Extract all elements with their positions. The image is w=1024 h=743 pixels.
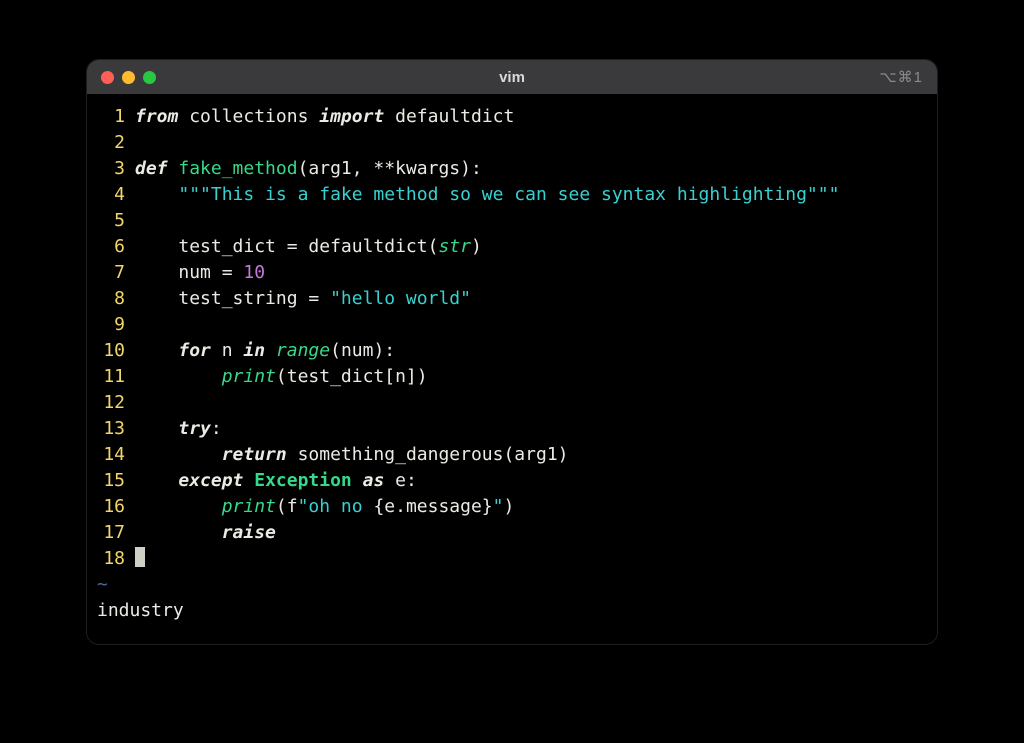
code-line: 14 return something_dangerous(arg1) [87, 442, 937, 468]
code-content: try: [135, 416, 937, 442]
code-content [135, 312, 937, 338]
code-line: 2 [87, 130, 937, 156]
code-line: 5 [87, 208, 937, 234]
window-title: vim [87, 69, 937, 86]
line-number: 9 [87, 312, 135, 338]
cursor-icon [135, 547, 145, 567]
line-number: 6 [87, 234, 135, 260]
code-line: 3 def fake_method(arg1, **kwargs): [87, 156, 937, 182]
code-line: 17 raise [87, 520, 937, 546]
code-line: 9 [87, 312, 937, 338]
status-line: industry [87, 598, 937, 634]
terminal-window: vim ⌥⌘1 1 from collections import defaul… [87, 60, 937, 644]
line-number: 5 [87, 208, 135, 234]
code-content: return something_dangerous(arg1) [135, 442, 937, 468]
line-number: 13 [87, 416, 135, 442]
code-line: 16 print(f"oh no {e.message}") [87, 494, 937, 520]
code-line: 6 test_dict = defaultdict(str) [87, 234, 937, 260]
editor-area[interactable]: 1 from collections import defaultdict 2 … [87, 94, 937, 644]
line-number: 2 [87, 130, 135, 156]
line-number: 17 [87, 520, 135, 546]
empty-line-tilde: ~ [87, 572, 937, 598]
code-line: 8 test_string = "hello world" [87, 286, 937, 312]
code-content [135, 546, 937, 572]
code-content: from collections import defaultdict [135, 104, 937, 130]
code-content: raise [135, 520, 937, 546]
close-icon[interactable] [101, 71, 114, 84]
code-line: 1 from collections import defaultdict [87, 104, 937, 130]
traffic-lights [101, 71, 156, 84]
code-content [135, 130, 937, 156]
code-line: 7 num = 10 [87, 260, 937, 286]
code-line: 11 print(test_dict[n]) [87, 364, 937, 390]
code-line: 10 for n in range(num): [87, 338, 937, 364]
code-content: print(f"oh no {e.message}") [135, 494, 937, 520]
code-content: num = 10 [135, 260, 937, 286]
code-content: test_string = "hello world" [135, 286, 937, 312]
titlebar[interactable]: vim ⌥⌘1 [87, 60, 937, 94]
line-number: 4 [87, 182, 135, 208]
line-number: 1 [87, 104, 135, 130]
line-number: 7 [87, 260, 135, 286]
line-number: 14 [87, 442, 135, 468]
line-number: 15 [87, 468, 135, 494]
code-content: for n in range(num): [135, 338, 937, 364]
zoom-icon[interactable] [143, 71, 156, 84]
line-number: 16 [87, 494, 135, 520]
code-line: 15 except Exception as e: [87, 468, 937, 494]
code-line: 13 try: [87, 416, 937, 442]
code-content: """This is a fake method so we can see s… [135, 182, 937, 208]
code-content: def fake_method(arg1, **kwargs): [135, 156, 937, 182]
code-content: print(test_dict[n]) [135, 364, 937, 390]
code-content: test_dict = defaultdict(str) [135, 234, 937, 260]
code-content [135, 208, 937, 234]
code-content: except Exception as e: [135, 468, 937, 494]
code-line: 18 [87, 546, 937, 572]
line-number: 3 [87, 156, 135, 182]
tab-indicator: ⌥⌘1 [879, 68, 923, 86]
line-number: 11 [87, 364, 135, 390]
line-number: 12 [87, 390, 135, 416]
code-content [135, 390, 937, 416]
line-number: 18 [87, 546, 135, 572]
line-number: 10 [87, 338, 135, 364]
minimize-icon[interactable] [122, 71, 135, 84]
line-number: 8 [87, 286, 135, 312]
code-line: 12 [87, 390, 937, 416]
code-line: 4 """This is a fake method so we can see… [87, 182, 937, 208]
